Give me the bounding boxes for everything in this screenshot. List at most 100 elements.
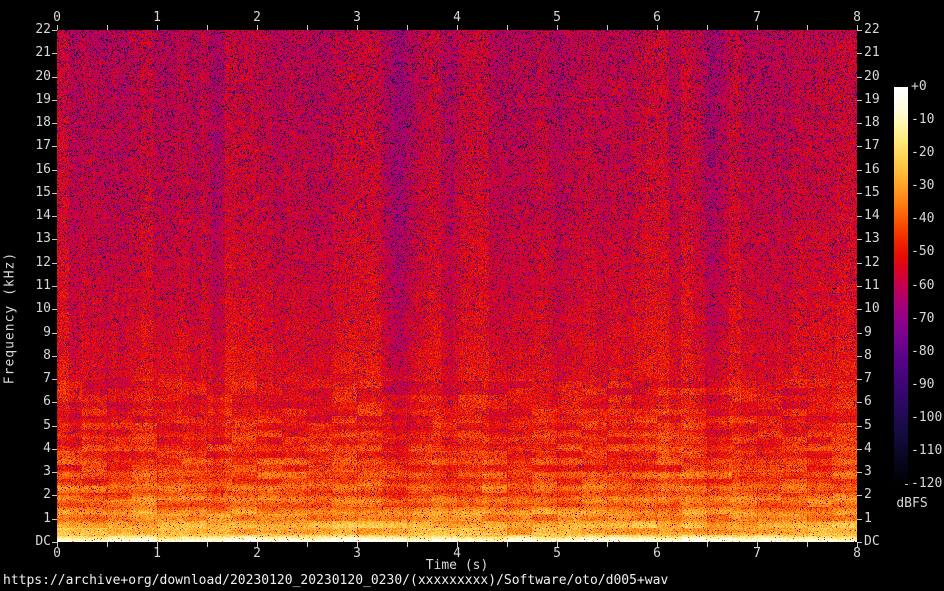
y-tick-label-left: 2 [20,487,51,502]
x-tick-mark-bottom [407,542,408,547]
x-tick-label-top: 2 [245,10,269,25]
y-tick-label-right: 22 [864,22,898,37]
y-tick-label-right: 20 [864,69,898,84]
y-tick-mark-left [52,193,57,194]
x-tick-mark-top [507,25,508,30]
y-axis-title: Frequency (kHz) [3,252,18,384]
y-tick-mark-left [52,426,57,427]
y-tick-mark-right [857,286,862,287]
y-tick-mark-left [52,77,57,78]
y-tick-mark-left [52,449,57,450]
colorbar-tick-label: -60 [911,278,944,293]
y-tick-label-left: 8 [20,348,51,363]
colorbar-tick-mark [905,484,908,485]
y-tick-label-right: 1 [864,511,898,526]
y-tick-mark-right [857,379,862,380]
y-tick-mark-left [52,542,57,543]
y-tick-label-left: 13 [20,231,51,246]
colorbar-unit-label: dBFS [892,496,932,511]
y-tick-label-right: 6 [864,394,898,409]
y-tick-label-left: 16 [20,162,51,177]
y-tick-mark-left [52,239,57,240]
y-tick-label-left: 1 [20,511,51,526]
x-tick-label-bottom: 1 [145,546,169,561]
y-tick-label-left: 14 [20,208,51,223]
colorbar-tick-label: -80 [911,344,944,359]
colorbar-tick-label: -40 [911,211,944,226]
y-tick-label-right: 14 [864,208,898,223]
y-tick-mark-right [857,216,862,217]
y-tick-label-right: 4 [864,441,898,456]
colorbar-tick-label: -120 [911,476,944,491]
y-tick-mark-right [857,519,862,520]
y-tick-mark-left [52,402,57,403]
colorbar-tick-label: -90 [911,377,944,392]
x-tick-label-top: 7 [745,10,769,25]
y-tick-label-right: 9 [864,325,898,340]
y-tick-label-right: 3 [864,464,898,479]
x-tick-mark-bottom [107,542,108,547]
y-tick-label-right: 11 [864,278,898,293]
y-tick-label-left: 18 [20,115,51,130]
y-tick-label-left: 4 [20,441,51,456]
y-tick-mark-right [857,449,862,450]
x-tick-mark-top [657,25,658,30]
y-tick-mark-left [52,286,57,287]
y-tick-label-left: 21 [20,45,51,60]
x-tick-mark-bottom [807,542,808,547]
y-tick-label-left: 3 [20,464,51,479]
x-tick-label-bottom: 5 [545,546,569,561]
y-tick-mark-left [52,263,57,264]
y-tick-mark-right [857,333,862,334]
colorbar-tick-label: -50 [911,244,944,259]
y-tick-mark-right [857,146,862,147]
y-tick-mark-right [857,356,862,357]
x-tick-mark-bottom [207,542,208,547]
colorbar-tick-label: +0 [911,79,944,94]
y-tick-label-right: 19 [864,92,898,107]
y-tick-mark-left [52,30,57,31]
y-tick-mark-left [52,472,57,473]
x-tick-mark-top [57,25,58,30]
x-tick-mark-top [457,25,458,30]
y-tick-label-right: 18 [864,115,898,130]
y-tick-label-right: DC [864,534,898,549]
y-tick-label-right: 10 [864,301,898,316]
source-url-text: https://archive+org/download/20230120_20… [3,573,668,588]
y-tick-mark-left [52,309,57,310]
colorbar-tick-label: -30 [911,178,944,193]
y-tick-mark-left [52,100,57,101]
y-tick-mark-right [857,170,862,171]
x-tick-label-bottom: 3 [345,546,369,561]
spectrogram-screen: Frequency (kHz) 001122334455667788222221… [0,0,944,591]
y-tick-mark-left [52,379,57,380]
x-tick-mark-bottom [507,542,508,547]
x-tick-mark-bottom [307,542,308,547]
y-tick-label-left: 7 [20,371,51,386]
y-tick-mark-right [857,30,862,31]
x-tick-label-top: 4 [445,10,469,25]
y-tick-mark-right [857,263,862,264]
x-tick-mark-top [707,25,708,30]
x-tick-label-top: 1 [145,10,169,25]
y-tick-label-left: 5 [20,418,51,433]
x-tick-mark-bottom [607,542,608,547]
spectrogram-canvas [57,30,857,542]
y-tick-mark-left [52,519,57,520]
y-tick-mark-right [857,100,862,101]
y-tick-label-left: 20 [20,69,51,84]
x-tick-mark-top [557,25,558,30]
y-tick-mark-right [857,426,862,427]
colorbar-tick-label: -110 [911,443,944,458]
y-tick-label-right: 21 [864,45,898,60]
y-tick-mark-right [857,542,862,543]
colorbar-tick-label: -10 [911,112,944,127]
x-tick-label-bottom: 7 [745,546,769,561]
x-tick-label-top: 6 [645,10,669,25]
y-tick-label-left: 6 [20,394,51,409]
x-tick-mark-top [607,25,608,30]
y-tick-mark-right [857,77,862,78]
y-tick-label-right: 8 [864,348,898,363]
x-tick-mark-top [757,25,758,30]
y-tick-label-left: 19 [20,92,51,107]
